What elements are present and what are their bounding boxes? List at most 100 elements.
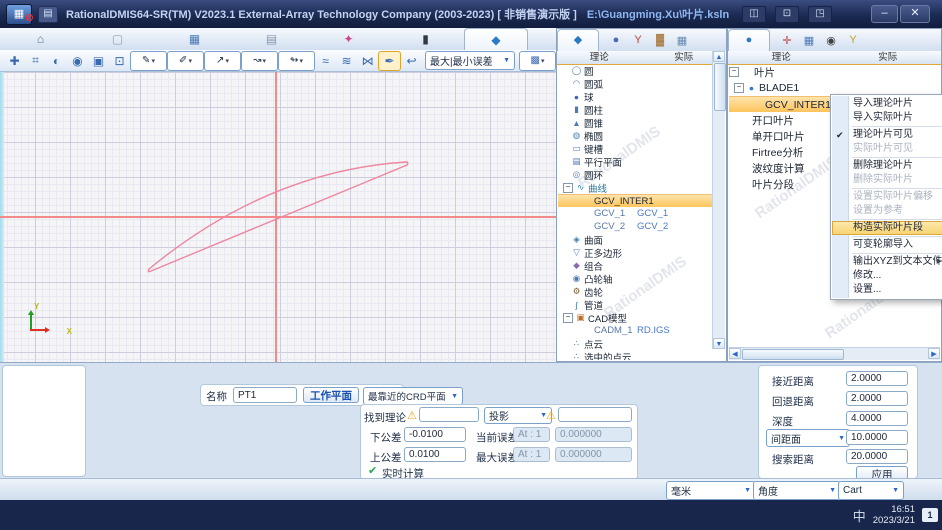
toolbar-icon[interactable]: ≈ <box>315 52 336 70</box>
tree-item[interactable]: ◯ 圆 <box>558 64 713 77</box>
toolbar-icon[interactable]: ⊡ <box>109 52 130 70</box>
tree-item[interactable]: GCV_2 GCV_2 <box>558 220 713 233</box>
lower-tolerance-input[interactable]: -0.0100 <box>404 427 466 442</box>
toolbar-icon[interactable]: ◉ <box>67 52 88 70</box>
scroll-up-arrow[interactable]: ▲ <box>713 51 725 62</box>
search-input[interactable]: 20.0000 <box>846 449 908 464</box>
toolbar-icon[interactable]: ↬ <box>278 51 315 71</box>
panel-tab[interactable]: ▦ <box>671 34 693 47</box>
context-menu-item[interactable]: 设置实际叶片偏移 <box>832 190 942 204</box>
graphics-viewport[interactable]: Y X <box>0 72 556 362</box>
toolbar-icon[interactable]: ✚ <box>4 52 25 70</box>
titlebar-tray-icon[interactable]: ◫ <box>742 6 766 23</box>
context-menu-item[interactable]: 可变轮廓导入 <box>832 238 942 252</box>
app-logo-icon[interactable]: ▦ <box>6 4 32 25</box>
plane-mode-dropdown[interactable]: 最靠近的CRD平面▼ <box>363 387 463 405</box>
scroll-left-arrow[interactable]: ◀ <box>729 348 741 359</box>
expander-icon[interactable]: − <box>734 83 744 93</box>
horizontal-scrollbar[interactable]: ◀ ▶ <box>729 347 940 360</box>
menu-icon[interactable]: ▤ <box>38 6 58 23</box>
tree-item[interactable]: − 叶片 <box>729 64 940 80</box>
tree-item[interactable]: − ▣ CAD模型 <box>558 311 713 324</box>
toolbar-icon[interactable]: ⌗ <box>25 52 46 70</box>
minimize-button[interactable]: – <box>871 5 898 23</box>
context-menu-item[interactable]: 设置... <box>832 283 942 297</box>
tree-item[interactable]: ● 球 <box>558 90 713 103</box>
column-theory[interactable]: 理论 <box>557 51 642 64</box>
tree-item[interactable]: ◠ 圆弧 <box>558 77 713 90</box>
ribbon-tab[interactable]: ⌂ <box>2 28 79 50</box>
context-menu-item[interactable]: 导入理论叶片 <box>832 97 942 111</box>
error-mode-dropdown[interactable]: 最大|最小误差▼ <box>425 51 515 70</box>
panel-tab[interactable]: ▓ <box>649 34 671 46</box>
context-menu-item[interactable]: 设置为参考 <box>832 204 942 218</box>
panel-tab[interactable]: ◉ <box>820 34 842 47</box>
toolbar-icon[interactable]: ≋ <box>336 52 357 70</box>
ime-indicator[interactable]: 中 <box>853 506 866 525</box>
toolbar-icon[interactable]: ✎ <box>130 51 167 71</box>
feature-name-input[interactable]: PT1 <box>233 387 297 403</box>
panel-tab[interactable]: ✛ <box>776 34 798 47</box>
tree-item[interactable]: ◎ 圆环 <box>558 168 713 181</box>
tree-item[interactable]: ⚙ 齿轮 <box>558 285 713 298</box>
panel-tab[interactable]: Y <box>842 34 864 46</box>
tree-item[interactable]: − ∿ 曲线 <box>558 181 713 194</box>
context-menu-item[interactable]: ✔ 理论叶片可见 <box>832 128 942 142</box>
workplane-button[interactable]: 工作平面 <box>303 387 359 403</box>
ribbon-tab[interactable]: ▦ <box>156 28 233 50</box>
toolbar-icon[interactable]: ↗ <box>204 51 241 71</box>
tree-item[interactable]: ∫ 管道 <box>558 298 713 311</box>
ribbon-tab[interactable]: ✦ <box>310 28 387 50</box>
tree-item[interactable]: GCV_1 GCV_1 <box>558 207 713 220</box>
context-menu-item[interactable]: 输出XYZ到文本文件 ▶ <box>832 255 942 269</box>
tree-item[interactable]: ∴ 点云 <box>558 337 713 350</box>
projection-dropdown[interactable]: 投影▼ <box>484 407 552 424</box>
titlebar-tray-icon[interactable]: ◳ <box>808 6 832 23</box>
approach-input[interactable]: 2.0000 <box>846 371 908 386</box>
scroll-right-arrow[interactable]: ▶ <box>928 348 940 359</box>
tree-item[interactable]: ▮ 圆柱 <box>558 103 713 116</box>
clock[interactable]: 16:51 2023/3/21 <box>873 504 915 526</box>
context-menu-item[interactable]: 导入实际叶片 <box>832 111 942 125</box>
titlebar-tray-icon[interactable]: ⊡ <box>775 6 799 23</box>
depth-input[interactable]: 4.0000 <box>846 411 908 426</box>
tree-item[interactable]: ◈ 曲面 <box>558 233 713 246</box>
expander-icon[interactable]: − <box>563 183 573 193</box>
tree-item[interactable]: CADM_1 RD.IGS <box>558 324 713 337</box>
ribbon-tab[interactable]: ◆ <box>464 28 528 50</box>
coordinate-dropdown[interactable]: Cart▼ <box>838 481 904 500</box>
expander-icon[interactable]: − <box>729 67 739 77</box>
toolbar-icon[interactable]: ▣ <box>88 52 109 70</box>
context-menu-item[interactable]: 修改... <box>832 269 942 283</box>
toolbar-icon[interactable]: ↩ <box>401 52 422 70</box>
notification-badge[interactable]: 1 <box>922 508 938 522</box>
context-menu-item[interactable]: 删除理论叶片 <box>832 159 942 173</box>
vertical-scrollbar[interactable]: ▲ ▼ <box>712 51 725 349</box>
angle-dropdown[interactable]: 角度▼ <box>753 481 841 500</box>
ribbon-tab[interactable]: ▤ <box>233 28 310 50</box>
expander-icon[interactable]: − <box>563 313 573 323</box>
upper-tolerance-input[interactable]: 0.0100 <box>404 447 466 462</box>
find-theory-input[interactable] <box>419 407 479 422</box>
units-dropdown[interactable]: 毫米▼ <box>666 481 756 500</box>
context-menu-item[interactable]: 构造实际叶片段 <box>832 221 942 235</box>
ribbon-tab[interactable]: ▮ <box>387 28 464 50</box>
tree-item[interactable]: ◍ 椭圆 <box>558 129 713 142</box>
panel-tab[interactable]: ● <box>728 29 770 51</box>
tree-item[interactable]: ▭ 键槽 <box>558 142 713 155</box>
retract-input[interactable]: 2.0000 <box>846 391 908 406</box>
panel-tab[interactable]: ● <box>605 34 627 46</box>
tree-item[interactable]: ∴ 选中的点云 <box>558 350 713 360</box>
toolbar-icon[interactable]: ⋈ <box>357 52 378 70</box>
realtime-checkbox[interactable]: ✔ <box>368 464 377 477</box>
toolbar-icon[interactable]: ✐ <box>167 51 204 71</box>
context-menu-item[interactable]: 实际叶片可见 <box>832 142 942 156</box>
scroll-thumb[interactable] <box>714 63 726 111</box>
display-options-button[interactable]: ▩ <box>519 51 556 71</box>
panel-tab[interactable]: Y <box>627 34 649 46</box>
scroll-thumb[interactable] <box>742 349 844 360</box>
toolbar-icon[interactable]: ✒ <box>378 51 401 71</box>
toolbar-icon[interactable]: ◐ <box>46 52 67 70</box>
tree-item[interactable]: ▽ 正多边形 <box>558 246 713 259</box>
tree-item[interactable]: GCV_INTER1 <box>558 194 713 207</box>
